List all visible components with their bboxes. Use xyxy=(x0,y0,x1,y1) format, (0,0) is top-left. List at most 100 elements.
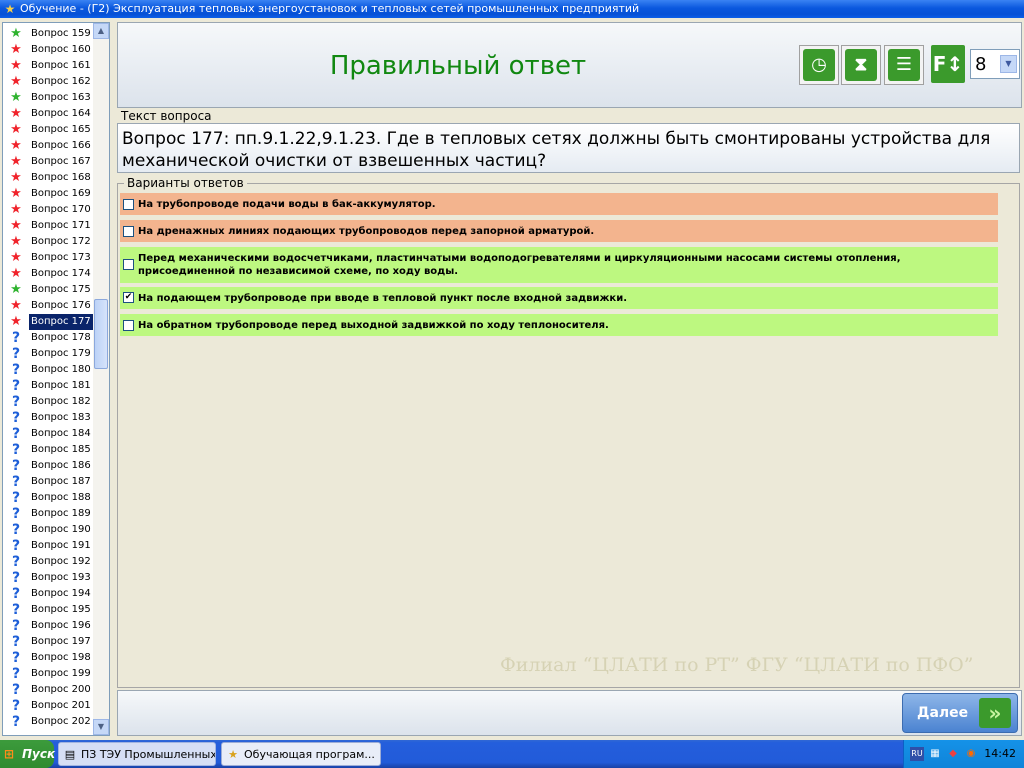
scroll-up-button[interactable]: ▲ xyxy=(93,23,109,39)
question-list-item[interactable]: ? Вопрос 180 xyxy=(3,362,95,378)
question-list-item[interactable]: ? Вопрос 182 xyxy=(3,394,95,410)
question-list-item[interactable]: ? Вопрос 194 xyxy=(3,586,95,602)
question-list-item[interactable]: ★ Вопрос 162 xyxy=(3,74,95,90)
question-list-item[interactable]: ? Вопрос 199 xyxy=(3,666,95,682)
answer-option-4[interactable]: ✔ На подающем трубопроводе при вводе в т… xyxy=(120,287,998,309)
taskbar: ⊞ Пуск ▤ ПЗ ТЭУ Промышленных... ★ Обучаю… xyxy=(0,740,1024,768)
question-list-item[interactable]: ? Вопрос 196 xyxy=(3,618,95,634)
question-list-item[interactable]: ? Вопрос 200 xyxy=(3,682,95,698)
question-list-item[interactable]: ? Вопрос 178 xyxy=(3,330,95,346)
taskbar-item-document[interactable]: ▤ ПЗ ТЭУ Промышленных... xyxy=(58,742,216,766)
question-list-item[interactable]: ? Вопрос 201 xyxy=(3,698,95,714)
question-list-item[interactable]: ? Вопрос 184 xyxy=(3,426,95,442)
question-list-item[interactable]: ? Вопрос 189 xyxy=(3,506,95,522)
question-list-item[interactable]: ★ Вопрос 177 xyxy=(3,314,95,330)
answer-checkbox-5[interactable] xyxy=(123,320,134,331)
question-mark-icon: ? xyxy=(11,634,21,650)
hourglass-button[interactable]: ⧗ xyxy=(841,45,881,85)
red-star-icon: ★ xyxy=(10,138,22,153)
green-star-icon: ★ xyxy=(10,26,22,41)
question-list-item[interactable]: ★ Вопрос 170 xyxy=(3,202,95,218)
question-list-item[interactable]: ★ Вопрос 168 xyxy=(3,170,95,186)
question-list-item[interactable]: ★ Вопрос 160 xyxy=(3,42,95,58)
vertical-scrollbar[interactable]: ▲ ▼ xyxy=(93,23,109,735)
answer-checkbox-1[interactable] xyxy=(123,199,134,210)
question-list-item[interactable]: ? Вопрос 202 xyxy=(3,714,95,730)
question-list-item[interactable]: ★ Вопрос 164 xyxy=(3,106,95,122)
question-list-item-label: Вопрос 163 xyxy=(31,92,91,103)
question-list-item[interactable]: ★ Вопрос 174 xyxy=(3,266,95,282)
next-button[interactable]: Далее » xyxy=(902,693,1018,733)
question-list-item[interactable]: ★ Вопрос 161 xyxy=(3,58,95,74)
red-star-icon: ★ xyxy=(10,42,22,57)
answer-text-2: На дренажных линиях подающих трубопровод… xyxy=(138,226,595,237)
question-list-item[interactable]: ? Вопрос 188 xyxy=(3,490,95,506)
start-button[interactable]: ⊞ Пуск xyxy=(0,740,55,768)
font-size-select[interactable]: 8 ▼ xyxy=(970,49,1020,79)
question-list-item[interactable]: ? Вопрос 198 xyxy=(3,650,95,666)
question-list-item[interactable]: ? Вопрос 183 xyxy=(3,410,95,426)
question-list-item-label: Вопрос 187 xyxy=(31,476,91,487)
question-list-item[interactable]: ? Вопрос 187 xyxy=(3,474,95,490)
taskbar-item-app[interactable]: ★ Обучающая програм... xyxy=(221,742,381,766)
question-list-item[interactable]: ? Вопрос 197 xyxy=(3,634,95,650)
question-list-item[interactable]: ★ Вопрос 163 xyxy=(3,90,95,106)
question-mark-icon: ? xyxy=(11,698,21,714)
answer-option-1[interactable]: На трубопроводе подачи воды в бак-аккуму… xyxy=(120,193,998,215)
language-indicator[interactable]: RU xyxy=(910,747,924,761)
question-list-item[interactable]: ? Вопрос 179 xyxy=(3,346,95,362)
red-star-icon: ★ xyxy=(10,58,22,73)
question-list-item-label: Вопрос 190 xyxy=(31,524,91,535)
question-list-item[interactable]: ★ Вопрос 176 xyxy=(3,298,95,314)
question-mark-icon: ? xyxy=(11,378,21,394)
question-list-item[interactable]: ? Вопрос 190 xyxy=(3,522,95,538)
question-list-item-label: Вопрос 173 xyxy=(31,252,91,263)
question-list-item[interactable]: ? Вопрос 186 xyxy=(3,458,95,474)
question-list-item[interactable]: ? Вопрос 193 xyxy=(3,570,95,586)
answer-checkbox-2[interactable] xyxy=(123,226,134,237)
list-button[interactable]: ☰ xyxy=(884,45,924,85)
question-mark-icon: ? xyxy=(11,618,21,634)
question-list-item[interactable]: ★ Вопрос 169 xyxy=(3,186,95,202)
scroll-thumb[interactable] xyxy=(94,299,108,369)
question-list[interactable]: ★ Вопрос 159 ★ Вопрос 160 ★ Вопрос 161 ★ Вопрос… xyxy=(2,22,110,736)
question-list-item[interactable]: ★ Вопрос 175 xyxy=(3,282,95,298)
question-list-item[interactable]: ? Вопрос 185 xyxy=(3,442,95,458)
question-list-item[interactable]: ★ Вопрос 159 xyxy=(3,26,95,42)
question-list-item[interactable]: ★ Вопрос 171 xyxy=(3,218,95,234)
question-list-item-label: Вопрос 191 xyxy=(31,540,91,551)
question-mark-icon: ? xyxy=(11,666,21,682)
timer-button[interactable]: ◷ xyxy=(799,45,839,85)
shield-icon[interactable]: ◆ xyxy=(946,747,960,761)
red-star-icon: ★ xyxy=(10,266,22,281)
question-list-item-label: Вопрос 164 xyxy=(31,108,91,119)
answer-option-5[interactable]: На обратном трубопроводе перед выходной … xyxy=(120,314,998,336)
scroll-down-button[interactable]: ▼ xyxy=(93,719,109,735)
question-list-item-label: Вопрос 189 xyxy=(31,508,91,519)
network-icon[interactable]: ▦ xyxy=(928,747,942,761)
red-star-icon: ★ xyxy=(10,250,22,265)
antivirus-icon[interactable]: ◉ xyxy=(964,747,978,761)
question-mark-icon: ? xyxy=(11,602,21,618)
question-list-item[interactable]: ? Вопрос 195 xyxy=(3,602,95,618)
question-list-item[interactable]: ? Вопрос 192 xyxy=(3,554,95,570)
question-label: Текст вопроса xyxy=(121,109,212,123)
answer-option-2[interactable]: На дренажных линиях подающих трубопровод… xyxy=(120,220,998,242)
question-list-item[interactable]: ? Вопрос 181 xyxy=(3,378,95,394)
taskbar-item-label: Обучающая програм... xyxy=(244,748,375,761)
red-star-icon: ★ xyxy=(10,202,22,217)
question-mark-icon: ? xyxy=(11,394,21,410)
question-list-item[interactable]: ★ Вопрос 173 xyxy=(3,250,95,266)
chevron-down-icon[interactable]: ▼ xyxy=(1000,55,1017,73)
taskbar-item-label: ПЗ ТЭУ Промышленных... xyxy=(81,748,216,761)
question-list-item[interactable]: ★ Вопрос 165 xyxy=(3,122,95,138)
question-list-item[interactable]: ★ Вопрос 167 xyxy=(3,154,95,170)
question-list-item[interactable]: ★ Вопрос 172 xyxy=(3,234,95,250)
watermark: Филиал “ЦЛАТИ по РТ” ФГУ “ЦЛАТИ по ПФО” xyxy=(500,654,974,676)
answer-checkbox-4[interactable]: ✔ xyxy=(123,292,134,303)
question-list-item[interactable]: ? Вопрос 191 xyxy=(3,538,95,554)
question-list-item[interactable]: ★ Вопрос 166 xyxy=(3,138,95,154)
answer-option-3[interactable]: Перед механическими водосчетчиками, плас… xyxy=(120,247,998,283)
answer-checkbox-3[interactable] xyxy=(123,259,134,270)
question-list-item-label: Вопрос 195 xyxy=(31,604,91,615)
